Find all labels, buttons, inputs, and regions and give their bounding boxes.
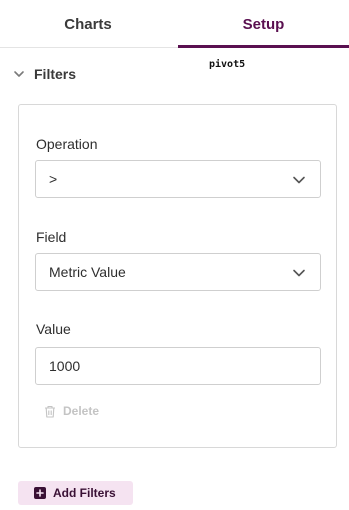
tab-charts[interactable]: Charts [0, 0, 176, 48]
filters-section-toggle[interactable]: Filters [12, 60, 76, 88]
tab-setup[interactable]: Setup [178, 0, 349, 48]
trash-icon [45, 405, 55, 418]
chevron-down-icon [293, 269, 305, 277]
delete-label: Delete [63, 404, 100, 418]
section-title: Filters [34, 66, 77, 82]
add-filters-label: Add Filters [53, 486, 116, 500]
chevron-down-icon [293, 176, 305, 184]
plus-icon [34, 487, 46, 499]
operation-label: Operation [36, 136, 98, 152]
tab-setup-label: Setup [242, 15, 285, 33]
tab-charts-label: Charts [64, 15, 112, 33]
filter-card: Operation > Field Metric Value Value Del… [18, 104, 337, 448]
delete-filter-button[interactable]: Delete [44, 401, 99, 421]
tab-bar: Charts Setup [0, 0, 349, 48]
field-label: Field [36, 229, 67, 245]
operation-select[interactable]: > [35, 160, 321, 198]
value-input[interactable] [35, 347, 321, 385]
floating-label: pivot5 [209, 59, 246, 70]
field-select[interactable]: Metric Value [35, 253, 321, 291]
chevron-down-icon [14, 71, 24, 77]
value-label: Value [36, 321, 71, 337]
active-tab-indicator [178, 45, 349, 48]
field-value: Metric Value [49, 264, 126, 280]
operation-value: > [49, 171, 58, 187]
add-filters-button[interactable]: Add Filters [18, 481, 133, 505]
setup-panel: Charts Setup Filters pivot5 Operation > … [0, 0, 349, 510]
